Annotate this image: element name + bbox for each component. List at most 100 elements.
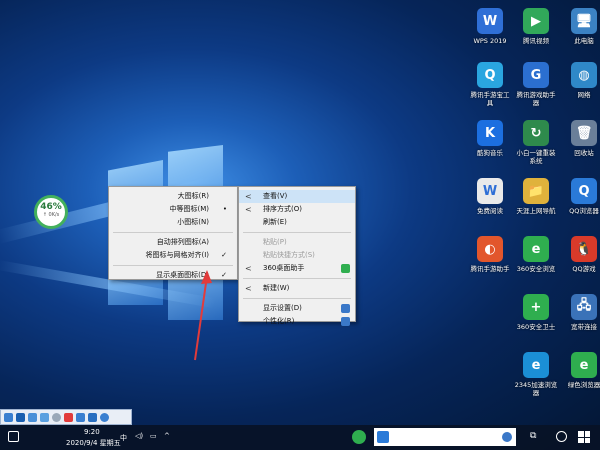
menu-item[interactable]: 自动排列图标(A) bbox=[109, 236, 237, 249]
menu-item-label: 360桌面助手 bbox=[263, 264, 305, 272]
input-language[interactable]: 中 bbox=[120, 433, 127, 443]
reader-icon: W bbox=[477, 178, 503, 204]
desktop-icon-label: 小白一键重装系统 bbox=[516, 149, 556, 165]
notification-icon[interactable] bbox=[8, 431, 19, 442]
game-helper-icon: G bbox=[523, 62, 549, 88]
browser-360-icon: e bbox=[523, 236, 549, 262]
menu-item-icon bbox=[341, 264, 350, 273]
desktop-icon[interactable]: Q 腾讯手游宝工具 bbox=[468, 62, 512, 107]
menu-separator bbox=[113, 265, 233, 266]
checkmark-icon: ✓ bbox=[221, 271, 227, 279]
qq-browser-icon: Q bbox=[571, 178, 597, 204]
desktop-icon[interactable]: +360安全卫士 bbox=[514, 294, 558, 331]
desktop-icon[interactable]: K 酷狗音乐 bbox=[468, 120, 512, 157]
puzzle-icon[interactable] bbox=[76, 412, 85, 422]
desktop-icon-label: 绿色浏览器 bbox=[567, 381, 600, 389]
green-browser-icon: e bbox=[571, 352, 597, 378]
widget-percent: 46% bbox=[40, 202, 62, 212]
menu-item[interactable]: 刷新(E) bbox=[239, 216, 355, 229]
desktop-icon[interactable]: 🗑 回收站 bbox=[562, 120, 600, 157]
menu-item-label: 新建(W) bbox=[263, 284, 290, 292]
desktop-icon[interactable]: G 腾讯游戏助手器 bbox=[514, 62, 558, 107]
desktop-icon[interactable]: ◐ 腾讯手游助手 bbox=[468, 236, 512, 273]
start-button[interactable] bbox=[578, 431, 590, 443]
menu-item[interactable]: 小图标(N) bbox=[109, 216, 237, 229]
menu-item[interactable]: 大图标(R) bbox=[109, 190, 237, 203]
menu-item-icon bbox=[341, 317, 350, 326]
desktop-icon-label: 360安全浏览 bbox=[516, 265, 556, 273]
widget-speed: ↑ 0K/s bbox=[42, 212, 60, 218]
recycle-bin-icon: 🗑 bbox=[571, 120, 597, 146]
desktop-icon[interactable]: e 2345加速浏览器 bbox=[514, 352, 558, 397]
menu-item[interactable]: 显示设置(D) bbox=[239, 302, 355, 315]
folder-icon: 📁 bbox=[523, 178, 549, 204]
menu-separator bbox=[243, 298, 351, 299]
menu-item[interactable]: 个性化(R) bbox=[239, 315, 355, 328]
menu-item-label: 小图标(N) bbox=[177, 218, 209, 226]
qq-game-icon: 🐧 bbox=[571, 236, 597, 262]
security-360-icon: + bbox=[523, 294, 549, 320]
desktop-icon[interactable]: 📁 天涯上网导航 bbox=[514, 178, 558, 215]
red-arrow-annotation bbox=[194, 270, 212, 361]
app-tray-toolbar[interactable] bbox=[0, 409, 132, 425]
menu-item[interactable]: 排序方式(O) < bbox=[239, 203, 355, 216]
desktop-icon[interactable]: W WPS 2019 bbox=[468, 8, 512, 45]
paw-icon bbox=[502, 432, 512, 442]
show-hidden-icons-chevron[interactable]: ^ bbox=[164, 432, 170, 440]
desktop-icon[interactable]: Q QQ浏览器 bbox=[562, 178, 600, 215]
menu-item-label: 显示设置(D) bbox=[263, 304, 302, 312]
mail-icon[interactable] bbox=[40, 412, 49, 422]
shirt-icon[interactable] bbox=[16, 412, 25, 422]
user-icon[interactable] bbox=[100, 412, 109, 422]
monitor-icon[interactable] bbox=[28, 412, 37, 422]
reinstall-icon: ↻ bbox=[523, 120, 549, 146]
desktop-icon[interactable]: ↻ 小白一键重装系统 bbox=[514, 120, 558, 165]
clock-time[interactable]: 9:20 bbox=[84, 428, 100, 436]
desktop-icon-label: 回收站 bbox=[574, 149, 594, 157]
desktop-icon-label: 网络 bbox=[577, 91, 591, 99]
menu-item[interactable]: 新建(W) < bbox=[239, 282, 355, 295]
desktop-icon-label: 宽带连接 bbox=[571, 323, 597, 331]
menu-item-label: 自动排列图标(A) bbox=[156, 238, 209, 246]
multitask-icon[interactable]: ⧉ bbox=[530, 431, 536, 441]
desktop-icon[interactable]: 🖥 此电脑 bbox=[562, 8, 600, 45]
menu-item[interactable]: 显示桌面图标(D) ✓ bbox=[109, 269, 237, 282]
zh-input-icon[interactable] bbox=[88, 412, 97, 422]
menu-item[interactable]: 中等图标(M) • bbox=[109, 203, 237, 216]
taskbar-search-box[interactable] bbox=[374, 428, 516, 446]
desktop-icon-label: 腾讯视频 bbox=[523, 37, 549, 45]
computer-icon: 🖥 bbox=[571, 8, 597, 34]
network-speed-widget[interactable]: 46% ↑ 0K/s bbox=[34, 195, 68, 229]
menu-item-label: 刷新(E) bbox=[263, 218, 287, 226]
desktop-icon-label: 此电脑 bbox=[574, 37, 594, 45]
game-tool-icon: Q bbox=[477, 62, 503, 88]
menu-separator bbox=[243, 232, 351, 233]
search-icon bbox=[377, 431, 389, 443]
volume-icon[interactable]: ◁) bbox=[135, 432, 143, 440]
clock-date[interactable]: 2020/9/4 星期五 bbox=[66, 438, 121, 448]
desktop-icon-label: 2345加速浏览器 bbox=[514, 381, 558, 397]
desktop-icon[interactable]: e 360安全浏览 bbox=[514, 236, 558, 273]
menu-item[interactable]: 360桌面助手 < bbox=[239, 262, 355, 275]
desktop-icon[interactable]: 🐧 QQ游戏 bbox=[562, 236, 600, 273]
taskbar-360-icon[interactable] bbox=[352, 430, 366, 444]
clock-icon[interactable] bbox=[52, 412, 61, 422]
menu-item[interactable]: 查看(V) < bbox=[239, 190, 355, 203]
desktop-icon[interactable]: 🖧 宽带连接 bbox=[562, 294, 600, 331]
mobile-game-icon: ◐ bbox=[477, 236, 503, 262]
desktop-icon[interactable]: ▶ 腾讯视频 bbox=[514, 8, 558, 45]
menu-item[interactable]: 将图标与网格对齐(I) ✓ bbox=[109, 249, 237, 262]
desktop-icon[interactable]: ◍ 网络 bbox=[562, 62, 600, 99]
cortana-icon[interactable] bbox=[556, 431, 567, 442]
scissors-icon[interactable] bbox=[64, 412, 73, 422]
desktop-icon[interactable]: e 绿色浏览器 bbox=[562, 352, 600, 389]
submenu-arrow-icon: < bbox=[245, 205, 252, 214]
checkmark-icon: ✓ bbox=[221, 251, 227, 259]
desktop-icon-label: 腾讯游戏助手器 bbox=[516, 91, 556, 107]
network-tray-icon[interactable]: ▭ bbox=[150, 432, 157, 440]
menu-item-label: 粘贴快捷方式(S) bbox=[263, 251, 315, 259]
desktop-icon[interactable]: W 免费阅读 bbox=[468, 178, 512, 215]
settings-icon[interactable] bbox=[4, 412, 13, 422]
broadband-icon: 🖧 bbox=[571, 294, 597, 320]
menu-item: 粘贴快捷方式(S) bbox=[239, 249, 355, 262]
